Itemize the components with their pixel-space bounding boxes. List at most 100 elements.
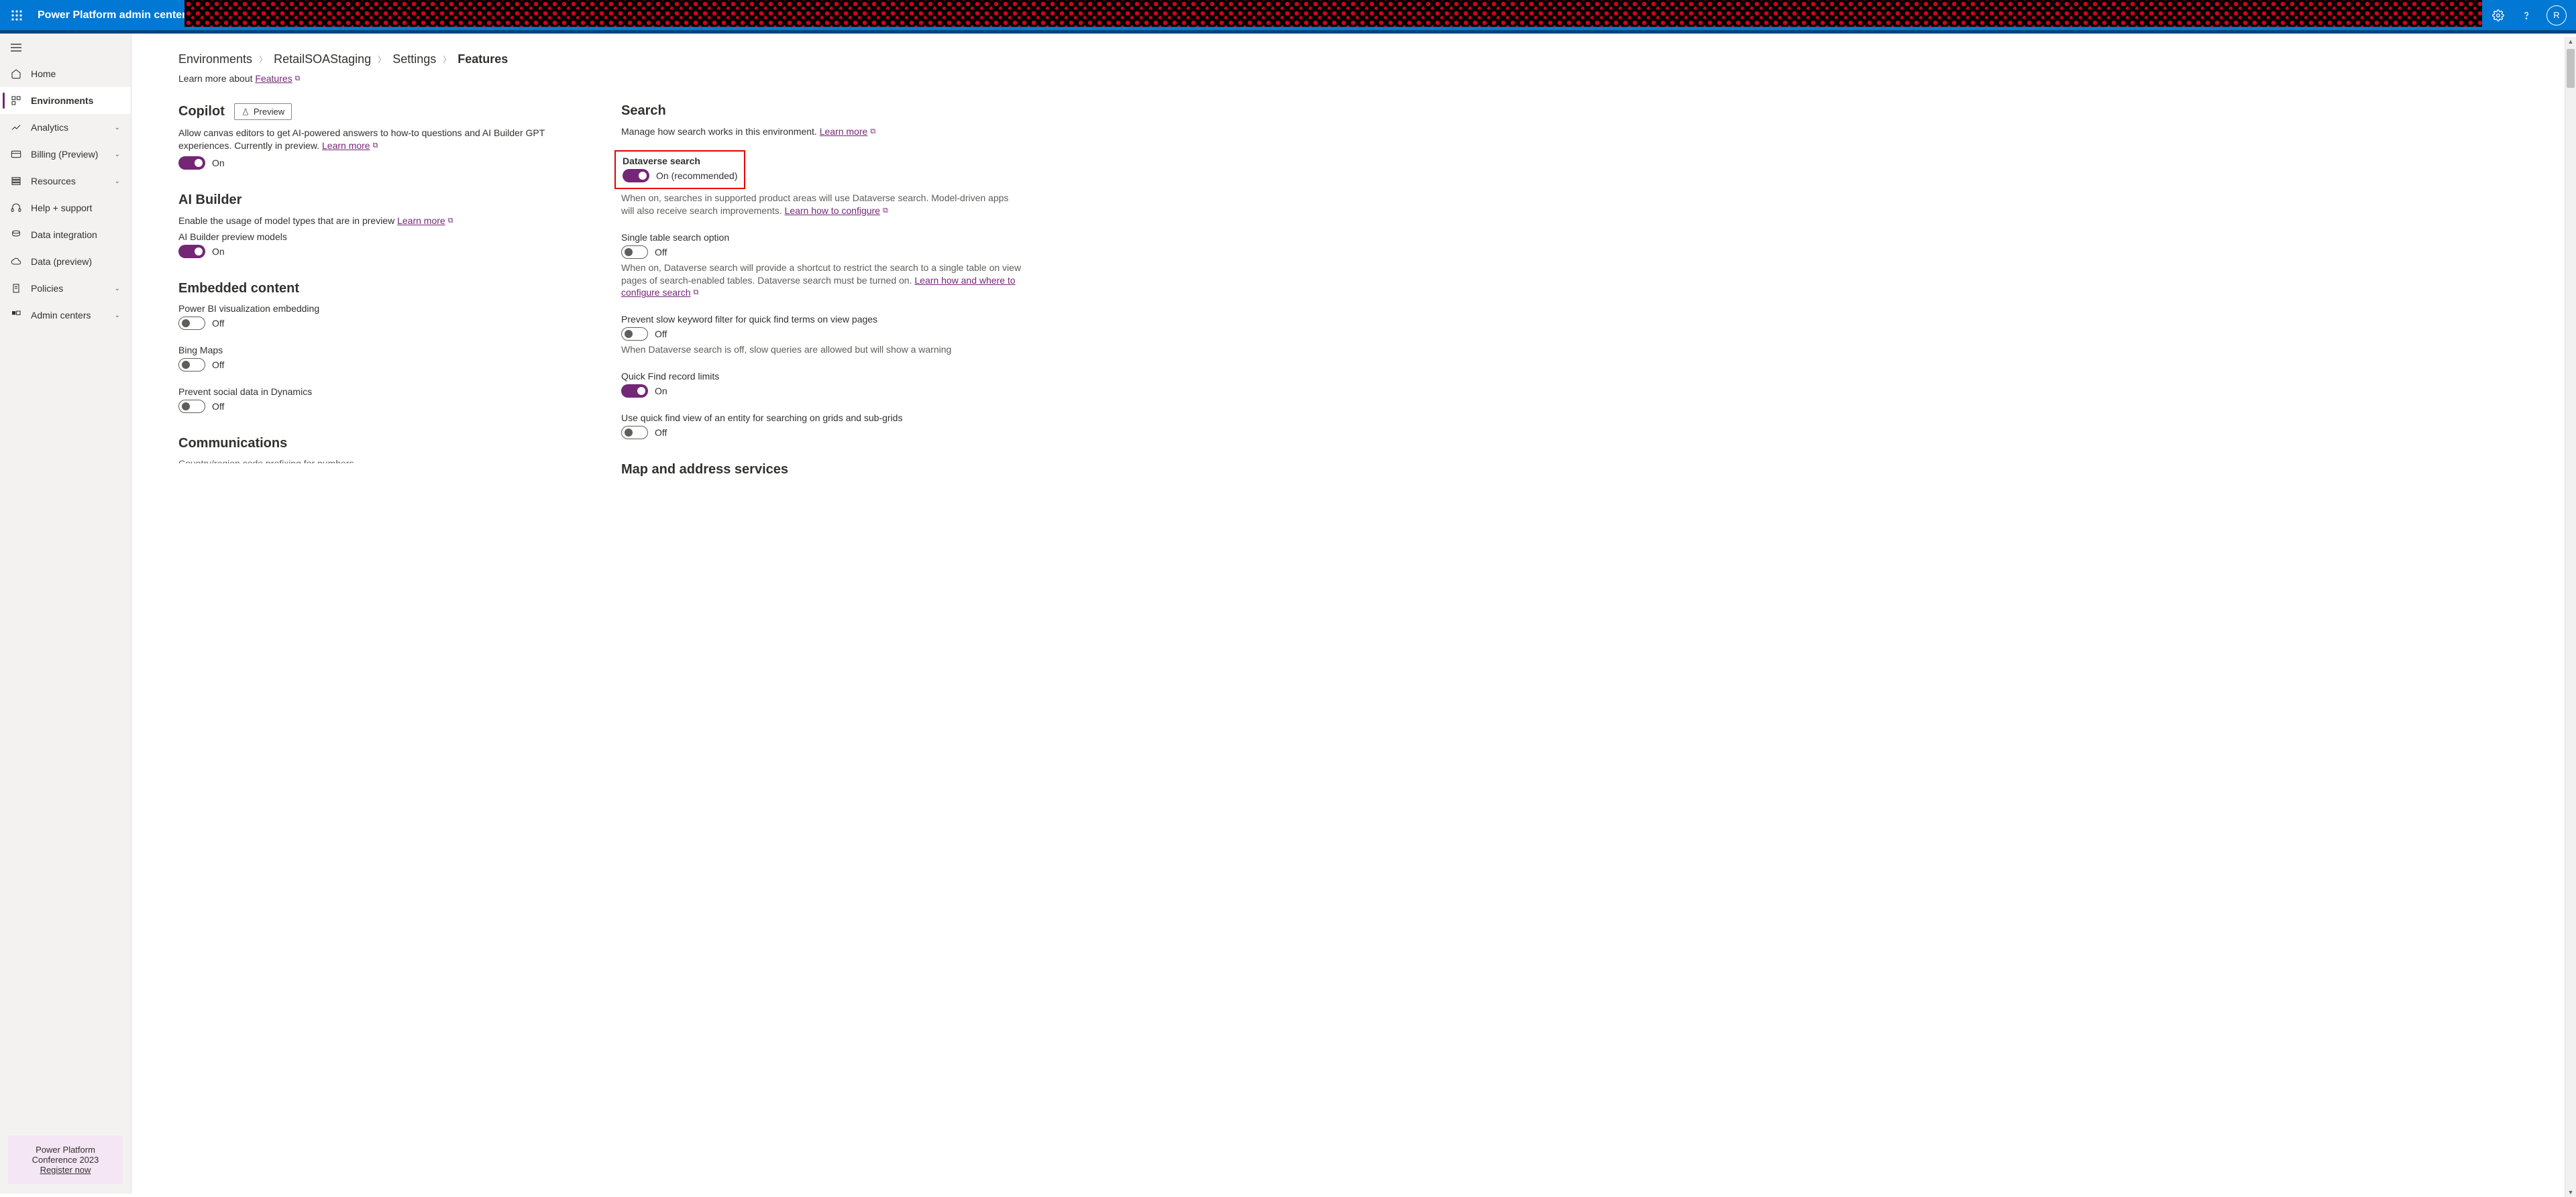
global-header: Power Platform admin center R xyxy=(0,0,2576,34)
scroll-thumb[interactable] xyxy=(2567,49,2575,88)
sidebar-item-admin-centers[interactable]: Admin centers ⌄ xyxy=(0,302,131,329)
main-content: Environments 〉 RetailSOAStaging 〉 Settin… xyxy=(131,34,2576,1194)
promo-register-link[interactable]: Register now xyxy=(40,1165,91,1175)
external-link-icon: ⧉ xyxy=(870,127,875,137)
nav-collapse-button[interactable] xyxy=(0,34,131,60)
sidebar-item-help-support[interactable]: Help + support xyxy=(0,194,131,221)
dataverse-help: When on, searches in supported product a… xyxy=(621,192,1024,217)
analytics-icon xyxy=(11,122,21,133)
vertical-scrollbar[interactable]: ▲ ▼ xyxy=(2565,37,2576,1197)
chevron-down-icon: ⌄ xyxy=(115,312,120,319)
home-icon xyxy=(11,68,21,79)
sidebar-item-label: Resources xyxy=(31,176,76,186)
sidebar-item-resources[interactable]: Resources ⌄ xyxy=(0,168,131,194)
copilot-title-text: Copilot xyxy=(178,104,225,119)
search-learn-more-link[interactable]: Learn more xyxy=(820,126,868,137)
prevent-social-toggle[interactable] xyxy=(178,400,205,413)
aibuilder-field-label: AI Builder preview models xyxy=(178,231,581,242)
scroll-up-icon: ▲ xyxy=(2565,38,2576,45)
help-icon[interactable] xyxy=(2518,7,2534,23)
bingmaps-toggle-label: Off xyxy=(212,359,224,370)
resources-icon xyxy=(11,176,21,186)
slow-filter-help: When Dataverse search is off, slow queri… xyxy=(621,343,1024,356)
sidebar-item-label: Environments xyxy=(31,95,93,106)
breadcrumb-environment-name[interactable]: RetailSOAStaging xyxy=(274,52,371,66)
prevent-social-toggle-label: Off xyxy=(212,401,224,412)
sidebar-item-data-preview[interactable]: Data (preview) xyxy=(0,248,131,275)
section-search-title: Search xyxy=(621,103,1024,119)
sidebar-item-analytics[interactable]: Analytics ⌄ xyxy=(0,114,131,141)
settings-icon[interactable] xyxy=(2490,7,2506,23)
copilot-toggle-label: On xyxy=(212,158,225,168)
sidebar-item-home[interactable]: Home xyxy=(0,60,131,87)
sidebar-item-label: Data (preview) xyxy=(31,256,92,267)
sidebar-item-label: Home xyxy=(31,68,56,79)
sidebar-item-label: Admin centers xyxy=(31,310,91,321)
chevron-down-icon: ⌄ xyxy=(115,124,120,131)
section-embedded-title: Embedded content xyxy=(178,281,581,296)
promo-line2: Conference 2023 xyxy=(15,1155,116,1165)
quickfind-view-toggle-label: Off xyxy=(655,427,667,438)
dataverse-toggle-label: On (recommended) xyxy=(656,170,737,181)
copilot-toggle[interactable] xyxy=(178,156,205,170)
powerbi-label: Power BI visualization embedding xyxy=(178,303,581,314)
breadcrumb-environments[interactable]: Environments xyxy=(178,52,252,66)
single-table-help: When on, Dataverse search will provide a… xyxy=(621,262,1024,300)
product-name[interactable]: Power Platform admin center xyxy=(34,9,186,21)
dataverse-search-toggle[interactable] xyxy=(623,169,649,182)
sidebar-item-label: Help + support xyxy=(31,203,92,213)
breadcrumb: Environments 〉 RetailSOAStaging 〉 Settin… xyxy=(178,52,2576,66)
chevron-right-icon: 〉 xyxy=(259,54,267,65)
external-link-icon: ⧉ xyxy=(373,141,378,151)
admin-centers-icon xyxy=(11,310,21,321)
chevron-down-icon: ⌄ xyxy=(115,151,120,158)
slow-filter-toggle[interactable] xyxy=(621,327,648,341)
quickfind-limits-toggle[interactable] xyxy=(621,384,648,398)
learn-more-line: Learn more about Features⧉ xyxy=(178,73,2576,84)
billing-icon xyxy=(11,149,21,160)
bingmaps-label: Bing Maps xyxy=(178,345,581,355)
app-launcher[interactable] xyxy=(0,0,34,32)
sidebar-item-label: Billing (Preview) xyxy=(31,149,98,160)
external-link-icon: ⧉ xyxy=(883,206,888,216)
quickfind-view-toggle[interactable] xyxy=(621,426,648,439)
aibuilder-desc-text: Enable the usage of model types that are… xyxy=(178,215,397,226)
breadcrumb-settings[interactable]: Settings xyxy=(392,52,436,66)
headset-icon xyxy=(11,203,21,213)
external-link-icon: ⧉ xyxy=(448,216,453,226)
sidebar-item-label: Analytics xyxy=(31,122,68,133)
copilot-learn-more-link[interactable]: Learn more xyxy=(322,140,370,151)
cloud-icon xyxy=(11,256,21,267)
dataverse-label: Dataverse search xyxy=(623,156,737,166)
dataverse-configure-link[interactable]: Learn how to configure xyxy=(785,205,880,216)
section-map-title: Map and address services xyxy=(621,462,1024,477)
external-link-icon: ⧉ xyxy=(694,288,699,298)
aibuilder-learn-more-link[interactable]: Learn more xyxy=(397,215,445,226)
sidebar-item-policies[interactable]: Policies ⌄ xyxy=(0,275,131,302)
learn-more-prefix: Learn more about xyxy=(178,73,255,84)
single-table-toggle[interactable] xyxy=(621,245,648,259)
sidebar-item-data-integration[interactable]: Data integration xyxy=(0,221,131,248)
user-avatar[interactable]: R xyxy=(2546,5,2567,25)
single-table-label: Single table search option xyxy=(621,232,1024,243)
quickfind-limits-label: Quick Find record limits xyxy=(621,371,1024,382)
environments-icon xyxy=(11,95,21,106)
scroll-down-icon: ▼ xyxy=(2565,1189,2576,1196)
promo-line1: Power Platform xyxy=(15,1145,116,1155)
slow-filter-label: Prevent slow keyword filter for quick fi… xyxy=(621,314,1024,325)
sidebar-item-label: Data integration xyxy=(31,229,97,240)
left-column: Copilot Preview Allow canvas editors to … xyxy=(178,103,581,484)
learn-more-features-link[interactable]: Features xyxy=(255,73,292,84)
search-description: Manage how search works in this environm… xyxy=(621,125,1024,138)
chevron-down-icon: ⌄ xyxy=(115,178,120,185)
sidebar-item-billing[interactable]: Billing (Preview) ⌄ xyxy=(0,141,131,168)
sidebar-item-label: Policies xyxy=(31,283,63,294)
single-table-toggle-label: Off xyxy=(655,247,667,258)
bingmaps-toggle[interactable] xyxy=(178,358,205,372)
copilot-description: Allow canvas editors to get AI-powered a… xyxy=(178,127,581,152)
aibuilder-preview-toggle[interactable] xyxy=(178,245,205,258)
sidebar-item-environments[interactable]: Environments xyxy=(0,87,131,114)
left-nav: Home Environments Analytics ⌄ Billing (P… xyxy=(0,34,131,1194)
breadcrumb-current: Features xyxy=(458,52,508,66)
powerbi-toggle[interactable] xyxy=(178,317,205,330)
